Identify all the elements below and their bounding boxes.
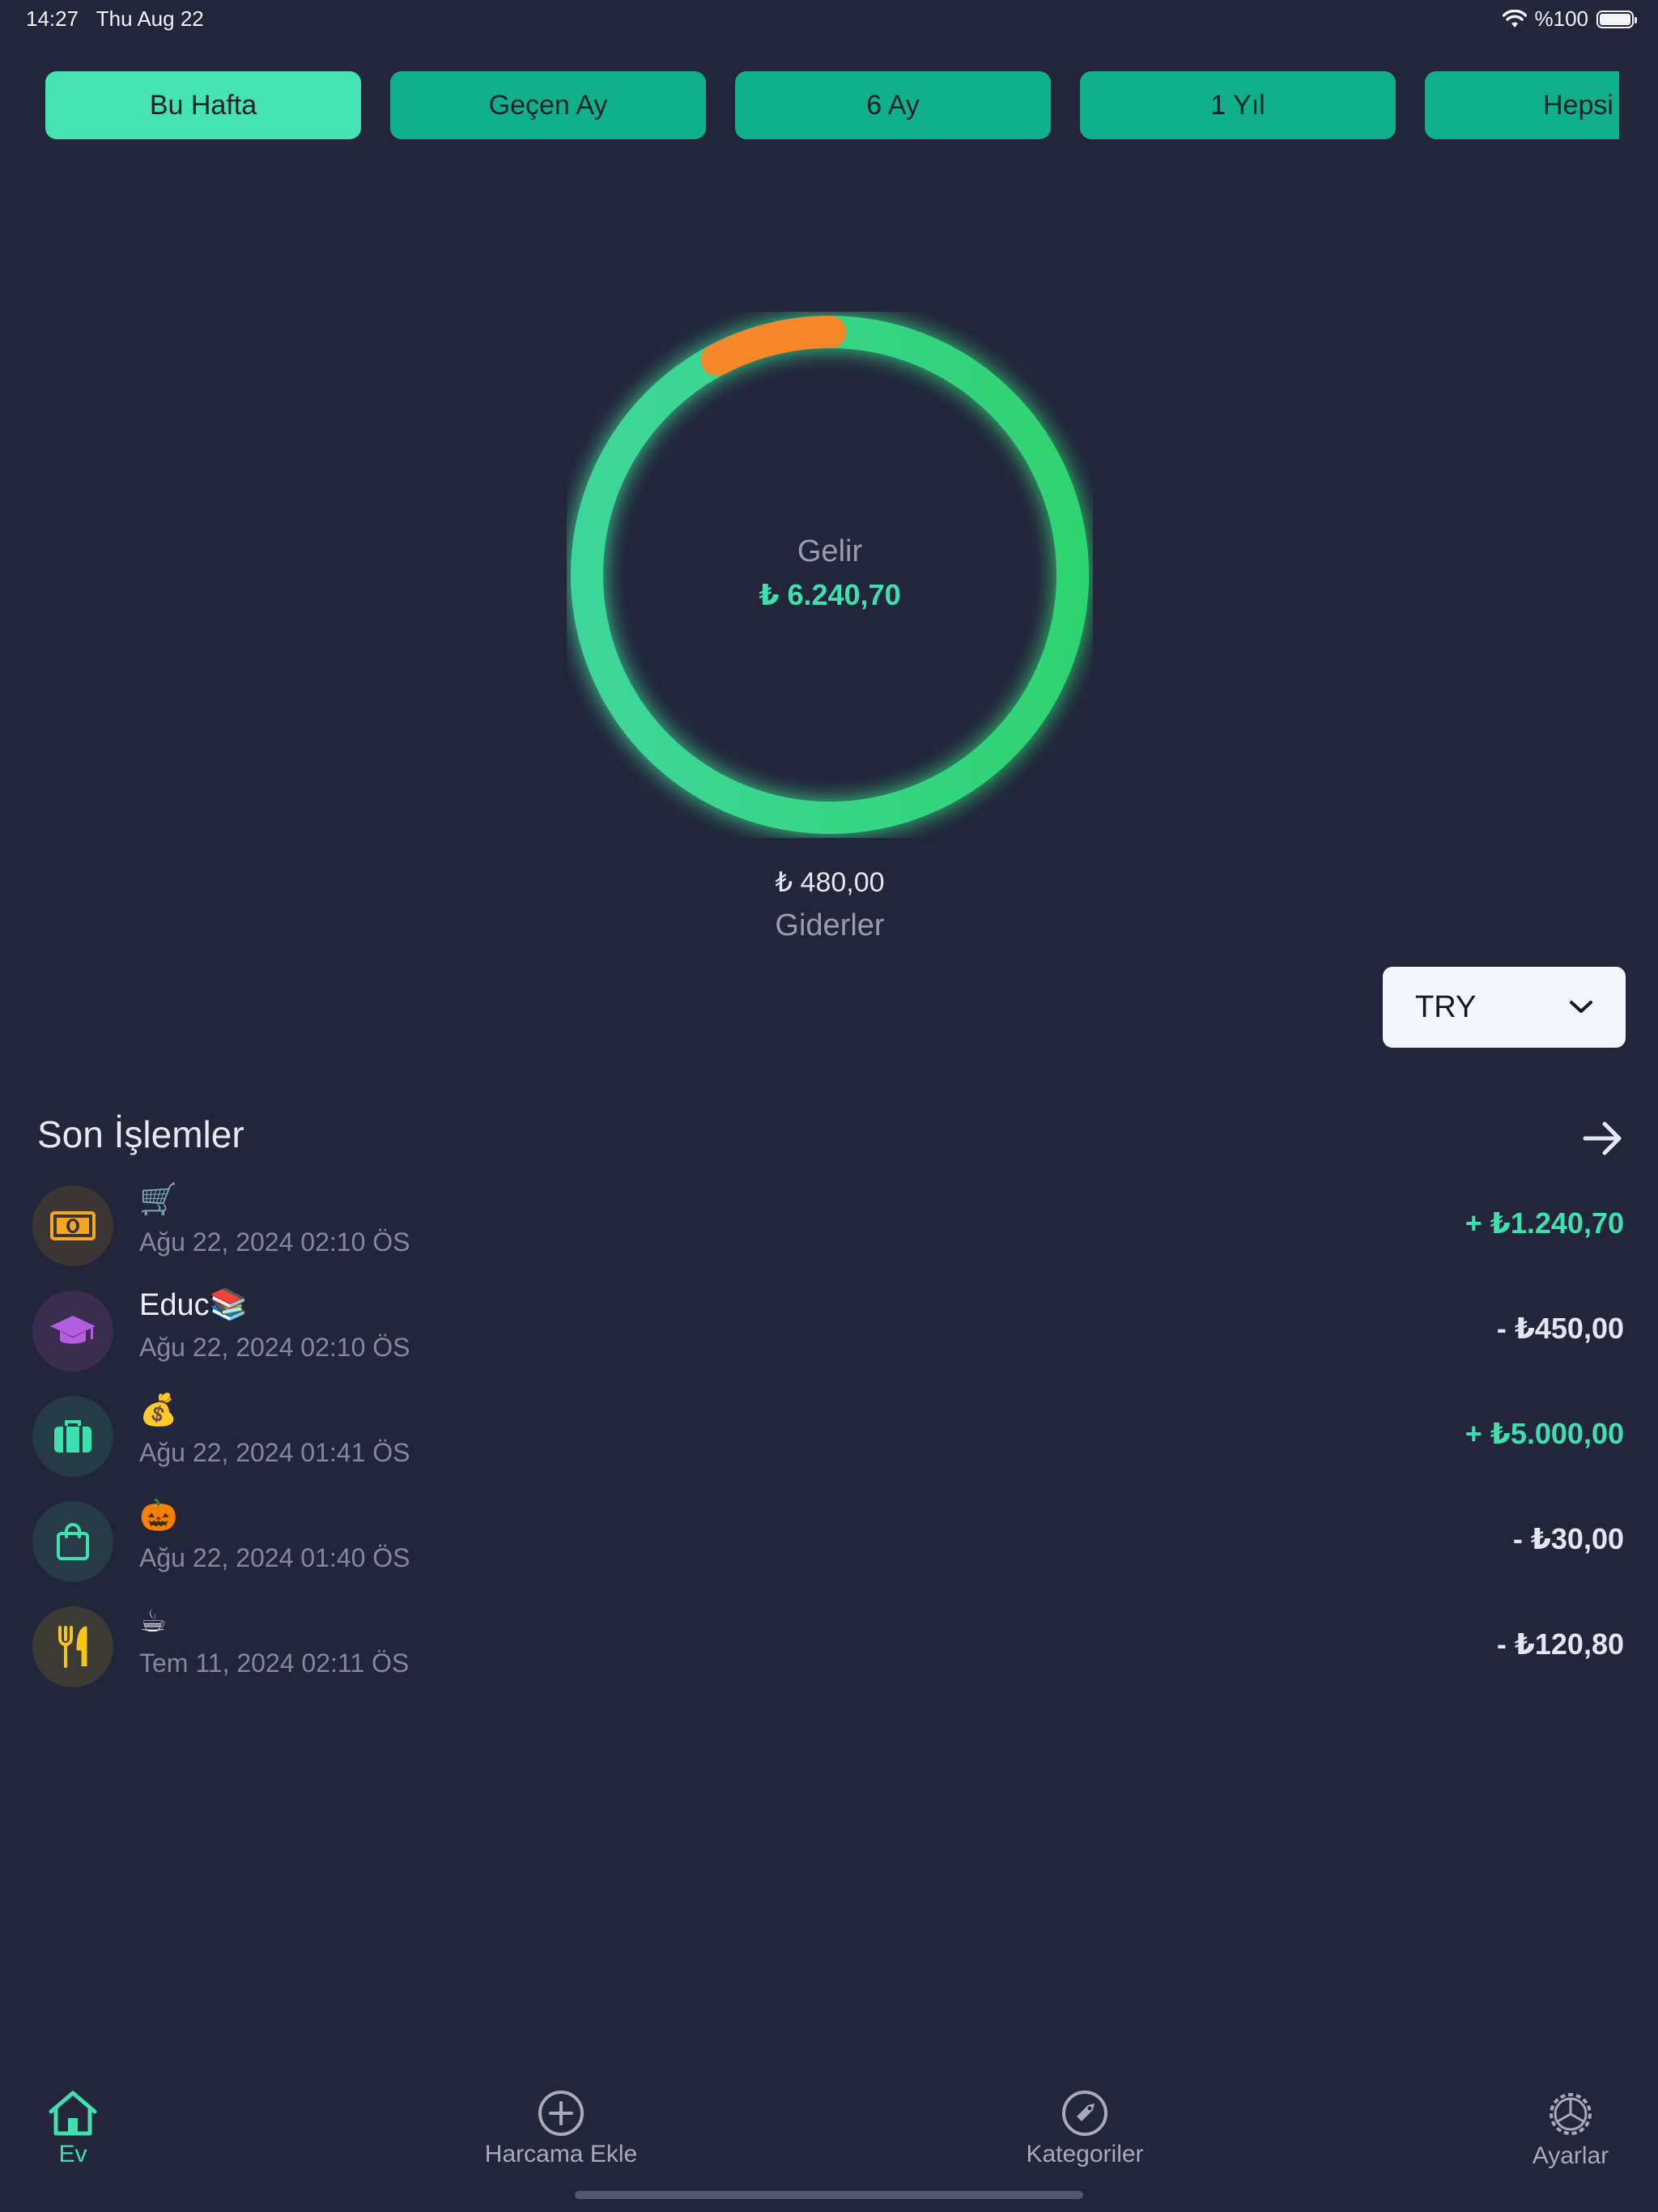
expense-arc [700, 316, 846, 376]
transaction-amount: - ₺120,80 [1496, 1627, 1624, 1661]
tab-label: Ev [58, 2141, 87, 2167]
transaction-title: 🎃 [139, 1499, 178, 1533]
income-expense-ring [567, 312, 1093, 838]
tab-categories[interactable]: Kategoriler [1004, 2089, 1166, 2168]
period-selector: Bu Hafta Geçen Ay 6 Ay 1 Yıl Hepsi [0, 71, 1619, 139]
transaction-row[interactable]: Educ📚 Ağu 22, 2024 02:10 ÖS - ₺450,00 [0, 1287, 1658, 1376]
transaction-date: Ağu 22, 2024 02:10 ÖS [139, 1227, 410, 1257]
tab-settings[interactable]: Ayarlar [1522, 2089, 1619, 2170]
transaction-date: Ağu 22, 2024 01:41 ÖS [139, 1438, 410, 1467]
expense-label: Giderler [775, 908, 885, 942]
shopping-bag-icon [32, 1501, 113, 1582]
transaction-title: 💰 [139, 1393, 178, 1427]
gear-icon [1550, 2093, 1592, 2135]
period-1-year[interactable]: 1 Yıl [1080, 71, 1396, 139]
transaction-amount: - ₺30,00 [1512, 1522, 1624, 1555]
income-label: Gelir [797, 534, 863, 568]
transaction-row[interactable]: ☕ Tem 11, 2024 02:11 ÖS - ₺120,80 [0, 1603, 1658, 1692]
period-all[interactable]: Hepsi [1425, 71, 1619, 139]
transaction-row[interactable]: 🎃 Ağu 22, 2024 01:40 ÖS - ₺30,00 [0, 1498, 1658, 1587]
transaction-title: 🛒 [139, 1183, 178, 1217]
income-value: ₺ 6.240,70 [759, 578, 901, 611]
transaction-amount: + ₺5.000,00 [1465, 1417, 1624, 1450]
money-icon [32, 1185, 113, 1266]
graduation-cap-icon [32, 1291, 113, 1372]
battery-icon [1596, 10, 1637, 28]
battery-percent: %100 [1534, 6, 1589, 31]
transaction-title: ☕ [139, 1605, 168, 1639]
home-icon [49, 2091, 97, 2136]
tag-icon [1062, 2091, 1107, 2136]
expense-value: ₺ 480,00 [775, 867, 885, 898]
currency-select[interactable]: TRY [1383, 967, 1626, 1048]
tab-label: Harcama Ekle [484, 2141, 638, 2167]
transaction-date: Ağu 22, 2024 02:10 ÖS [139, 1333, 410, 1362]
status-indicators: %100 [1502, 6, 1637, 32]
currency-value: TRY [1415, 989, 1477, 1024]
transaction-amount: + ₺1.240,70 [1465, 1206, 1624, 1240]
period-6-months[interactable]: 6 Ay [735, 71, 1051, 139]
transaction-row[interactable]: 🛒 Ağu 22, 2024 02:10 ÖS + ₺1.240,70 [0, 1182, 1658, 1271]
transaction-row[interactable]: 💰 Ağu 22, 2024 01:41 ÖS + ₺5.000,00 [0, 1393, 1658, 1482]
status-bar: 14:27 Thu Aug 22 %100 [0, 0, 1658, 39]
transaction-amount: - ₺450,00 [1496, 1312, 1624, 1345]
tab-home[interactable]: Ev [32, 2089, 113, 2168]
chevron-down-icon [1570, 1001, 1592, 1013]
period-this-week[interactable]: Bu Hafta [45, 71, 361, 139]
status-time: 14:27 Thu Aug 22 [26, 6, 204, 31]
briefcase-icon [32, 1396, 113, 1477]
arrow-right-icon[interactable] [1580, 1116, 1626, 1161]
transaction-date: Ağu 22, 2024 01:40 ÖS [139, 1543, 410, 1572]
transaction-title: Educ📚 [139, 1288, 248, 1322]
tab-label: Kategoriler [1026, 2141, 1144, 2167]
period-last-month[interactable]: Geçen Ay [390, 71, 706, 139]
plus-circle-icon [538, 2091, 584, 2136]
wifi-icon [1502, 9, 1527, 28]
tab-add-expense[interactable]: Harcama Ekle [480, 2089, 642, 2168]
transaction-date: Tem 11, 2024 02:11 ÖS [139, 1648, 410, 1678]
home-indicator [575, 2191, 1083, 2199]
tab-label: Ayarlar [1532, 2142, 1609, 2169]
income-arc [571, 316, 1089, 834]
fork-knife-icon [32, 1606, 113, 1687]
recent-transactions-title: Son İşlemler [37, 1113, 244, 1155]
